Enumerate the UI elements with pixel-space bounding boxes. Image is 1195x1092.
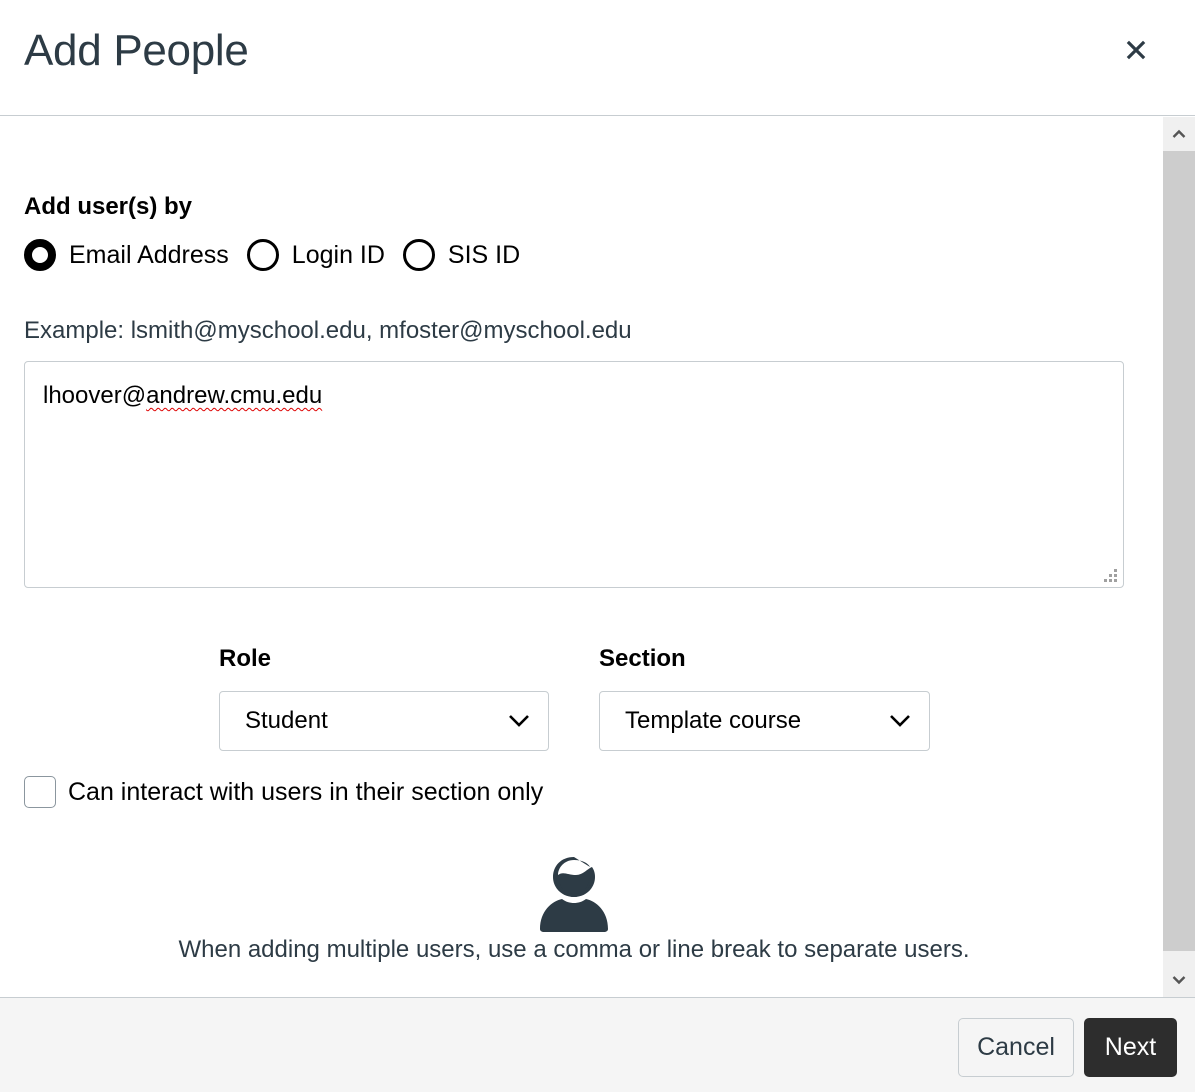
dialog-header: Add People (0, 0, 1195, 116)
close-icon (1126, 40, 1146, 60)
dialog-footer: Cancel Next (0, 997, 1195, 1092)
scroll-up-button[interactable] (1163, 117, 1195, 151)
section-limit-checkbox[interactable] (24, 776, 56, 808)
scroll-thumb[interactable] (1163, 151, 1195, 951)
section-limit-checkbox-row[interactable]: Can interact with users in their section… (24, 776, 543, 808)
textarea-value-prefix: lhoover@ (43, 382, 147, 409)
next-button[interactable]: Next (1084, 1018, 1177, 1077)
cancel-button[interactable]: Cancel (958, 1018, 1074, 1077)
role-select[interactable]: Student (219, 691, 549, 751)
section-select-value: Template course (625, 707, 802, 734)
chevron-down-icon (890, 715, 910, 727)
chevron-down-icon (509, 715, 529, 727)
vertical-scrollbar[interactable] (1163, 117, 1195, 997)
radio-button-checked[interactable] (24, 239, 56, 271)
dialog-body: Add user(s) by Email Address Login ID SI… (0, 117, 1195, 997)
section-label: Section (599, 645, 686, 672)
radio-button[interactable] (246, 239, 279, 271)
add-people-dialog: Add People Add user(s) by Email Address … (0, 0, 1195, 1092)
radio-button[interactable] (402, 239, 435, 271)
user-icon (540, 857, 608, 932)
checkbox-label: Can interact with users in their section… (68, 777, 544, 806)
add-by-radio-group: Email Address Login ID SIS ID (24, 239, 538, 271)
users-textarea[interactable]: lhoover@andrew.cmu.edu (24, 361, 1124, 588)
radio-login-id[interactable]: Login ID (246, 239, 385, 271)
chevron-up-icon (1172, 129, 1186, 138)
resize-handle-icon[interactable] (1103, 569, 1119, 583)
radio-sis-id[interactable]: SIS ID (402, 239, 521, 271)
radio-label: Login ID (291, 240, 385, 269)
textarea-value-misspelled: andrew.cmu.edu (146, 382, 323, 409)
role-label: Role (219, 645, 272, 672)
radio-email-address[interactable]: Email Address (24, 239, 229, 271)
add-by-label: Add user(s) by (24, 193, 193, 220)
multiple-users-hint: When adding multiple users, use a comma … (178, 936, 970, 963)
chevron-down-icon (1172, 976, 1186, 985)
close-button[interactable] (1118, 32, 1154, 68)
scroll-down-button[interactable] (1163, 963, 1195, 997)
section-select[interactable]: Template course (599, 691, 930, 751)
dialog-title: Add People (24, 26, 249, 75)
role-select-value: Student (245, 707, 328, 734)
radio-label: SIS ID (447, 240, 521, 269)
radio-label: Email Address (69, 240, 229, 269)
example-text: Example: lsmith@myschool.edu, mfoster@my… (24, 317, 632, 344)
